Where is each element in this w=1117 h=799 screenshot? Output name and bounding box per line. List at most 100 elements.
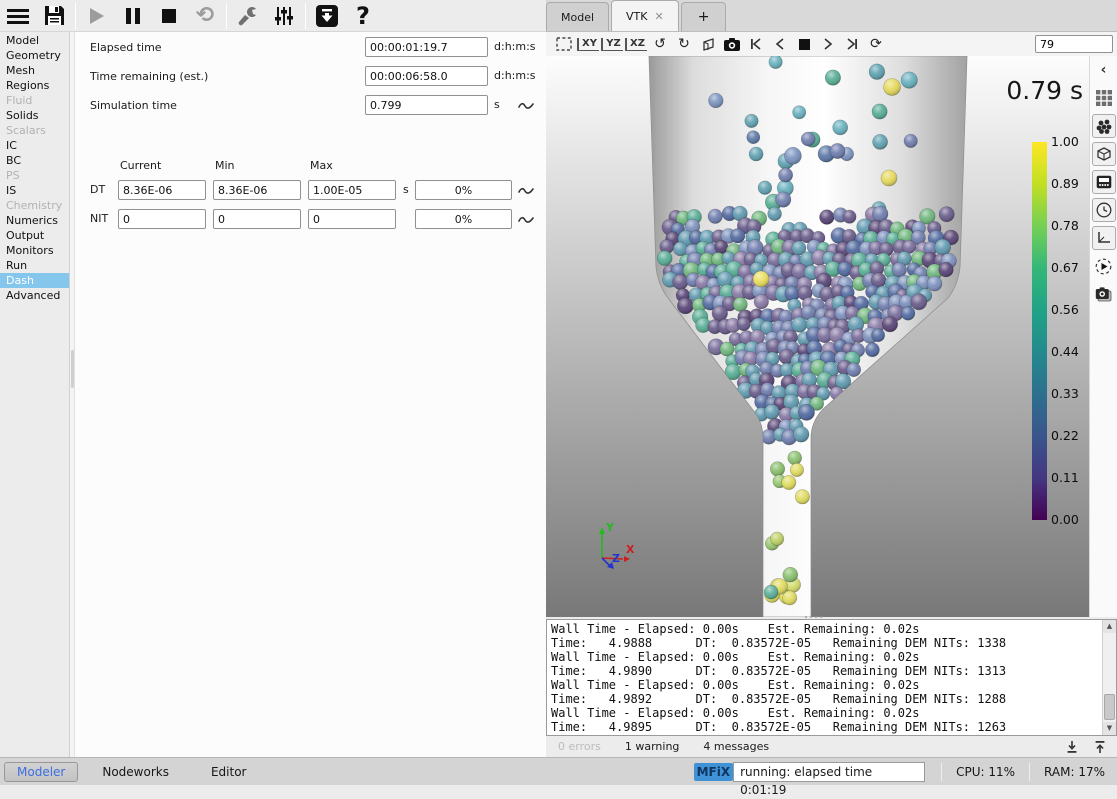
scroll-up-icon[interactable]: ▲ <box>1103 620 1116 633</box>
mode-editor-button[interactable]: Editor <box>205 763 253 781</box>
nav-item[interactable]: Run <box>0 258 69 273</box>
sliders-icon <box>274 6 294 26</box>
nav-item[interactable]: IC <box>0 138 69 153</box>
particle-shade <box>901 306 915 320</box>
tab-model[interactable]: Model <box>546 2 609 31</box>
nav-item[interactable]: Scalars <box>0 123 69 138</box>
rotate-left-button[interactable]: ↺ <box>648 33 672 55</box>
nav-item[interactable]: Geometry <box>0 48 69 63</box>
nav-item[interactable]: PS <box>0 168 69 183</box>
dt-max-field[interactable] <box>308 180 396 200</box>
particle-shade <box>939 207 954 222</box>
play-dashed-icon <box>1095 258 1112 275</box>
plot-history-icon[interactable] <box>518 99 534 111</box>
snapshot-button[interactable] <box>720 33 744 55</box>
show-axes-button[interactable] <box>1092 226 1116 250</box>
perspective-button[interactable] <box>696 33 720 55</box>
xz-plane-label: XZ <box>625 38 647 51</box>
prev-frame-button[interactable] <box>768 33 792 55</box>
pause-button[interactable] <box>115 2 151 30</box>
nav-item[interactable]: Output <box>0 228 69 243</box>
help-button[interactable]: ? <box>345 2 381 30</box>
nav-item[interactable]: Chemistry <box>0 198 69 213</box>
nav-item[interactable]: Mesh <box>0 63 69 78</box>
stop-button[interactable] <box>151 2 187 30</box>
nav-item[interactable]: Fluid <box>0 93 69 108</box>
show-colorbar-button[interactable] <box>1092 170 1116 194</box>
next-frame-button[interactable] <box>816 33 840 55</box>
nav-item[interactable]: Advanced <box>0 288 69 303</box>
collapse-panel-button[interactable]: ‹ <box>1092 58 1116 82</box>
dt-current-field[interactable] <box>118 180 206 200</box>
last-frame-button[interactable] <box>840 33 864 55</box>
particle-shade <box>709 93 724 108</box>
dt-plot-icon[interactable] <box>518 184 534 196</box>
console-scrollbar[interactable]: ▲ ▼ <box>1102 620 1116 735</box>
save-button[interactable] <box>36 2 72 30</box>
colorbar-tick-label: 0.11 <box>1051 470 1079 486</box>
box-download-icon <box>316 5 338 27</box>
dt-min-field[interactable] <box>213 180 301 200</box>
show-time-button[interactable] <box>1092 198 1116 222</box>
refresh-button[interactable]: ⟳ <box>864 33 888 55</box>
nit-plot-icon[interactable] <box>518 213 534 225</box>
nav-item[interactable]: BC <box>0 153 69 168</box>
first-frame-button[interactable] <box>744 33 768 55</box>
colorbar-tick-label: 0.22 <box>1051 428 1079 444</box>
show-geometry-button[interactable] <box>1092 142 1116 166</box>
warnings-count[interactable]: 1 warning <box>625 740 680 753</box>
play-button[interactable] <box>79 2 115 30</box>
mode-nodeworks-button[interactable]: Nodeworks <box>96 763 175 781</box>
console-output[interactable]: Wall Time - Elapsed: 0.00s Est. Remainin… <box>546 619 1117 736</box>
particle-shade <box>677 298 693 314</box>
scroll-to-bottom-icon[interactable] <box>1065 740 1079 754</box>
build-button[interactable] <box>230 2 266 30</box>
nav-item[interactable]: Dash <box>0 273 69 288</box>
frame-number-input[interactable] <box>1035 35 1113 53</box>
run-status-field: running: elapsed time 0:01:19 <box>733 762 925 782</box>
errors-count[interactable]: 0 errors <box>558 740 601 753</box>
messages-count[interactable]: 4 messages <box>703 740 769 753</box>
view-xz-button[interactable]: XZ <box>624 33 648 55</box>
particle-shade <box>833 120 848 135</box>
update-button[interactable] <box>309 2 345 30</box>
tab-add[interactable]: + <box>681 2 727 31</box>
nav-item[interactable]: IS <box>0 183 69 198</box>
scroll-down-icon[interactable]: ▼ <box>1103 722 1116 735</box>
view-xy-button[interactable]: XY <box>576 33 600 55</box>
vtk-viewport[interactable]: Y X Z 0.79 s 1.000.890.780.670.560.440.3… <box>546 56 1089 617</box>
show-particles-button[interactable] <box>1092 114 1116 138</box>
particle-shade <box>830 143 845 158</box>
dash-panel: Elapsed time Time remaining (est.) Simul… <box>75 32 546 757</box>
rotate-right-button[interactable]: ↻ <box>672 33 696 55</box>
geometry-icon <box>1096 146 1112 162</box>
nav-item[interactable]: Regions <box>0 78 69 93</box>
reset-button[interactable]: ⟲ <box>187 2 223 30</box>
nav-item[interactable]: Solids <box>0 108 69 123</box>
settings-button[interactable] <box>266 2 302 30</box>
nav-item[interactable]: Monitors <box>0 243 69 258</box>
tab-vtk[interactable]: VTK ✕ <box>611 0 679 31</box>
nav-item[interactable]: Model <box>0 33 69 48</box>
nav-item[interactable]: Numerics <box>0 213 69 228</box>
wrench-icon <box>237 5 259 27</box>
simulation-time-field[interactable] <box>365 95 488 115</box>
time-remaining-field[interactable] <box>365 66 488 86</box>
view-yz-button[interactable]: YZ <box>600 33 624 55</box>
scrollbar-thumb[interactable] <box>1104 694 1115 720</box>
menu-button[interactable] <box>0 2 36 30</box>
mode-modeler-button[interactable]: Modeler <box>4 762 78 782</box>
elapsed-time-field[interactable] <box>365 37 488 57</box>
nit-current-field[interactable] <box>118 209 206 229</box>
scroll-to-top-icon[interactable] <box>1093 740 1107 754</box>
fit-view-button[interactable] <box>552 33 576 55</box>
nit-max-field[interactable] <box>308 209 396 229</box>
show-mesh-button[interactable] <box>1092 86 1116 110</box>
nit-min-field[interactable] <box>213 209 301 229</box>
play-visible-button[interactable] <box>1092 254 1116 278</box>
particle-shade <box>872 104 887 119</box>
tab-close-icon[interactable]: ✕ <box>655 10 664 23</box>
nav-splitter-handle[interactable] <box>71 350 74 388</box>
save-images-button[interactable] <box>1092 282 1116 306</box>
stop-playback-button[interactable] <box>792 33 816 55</box>
